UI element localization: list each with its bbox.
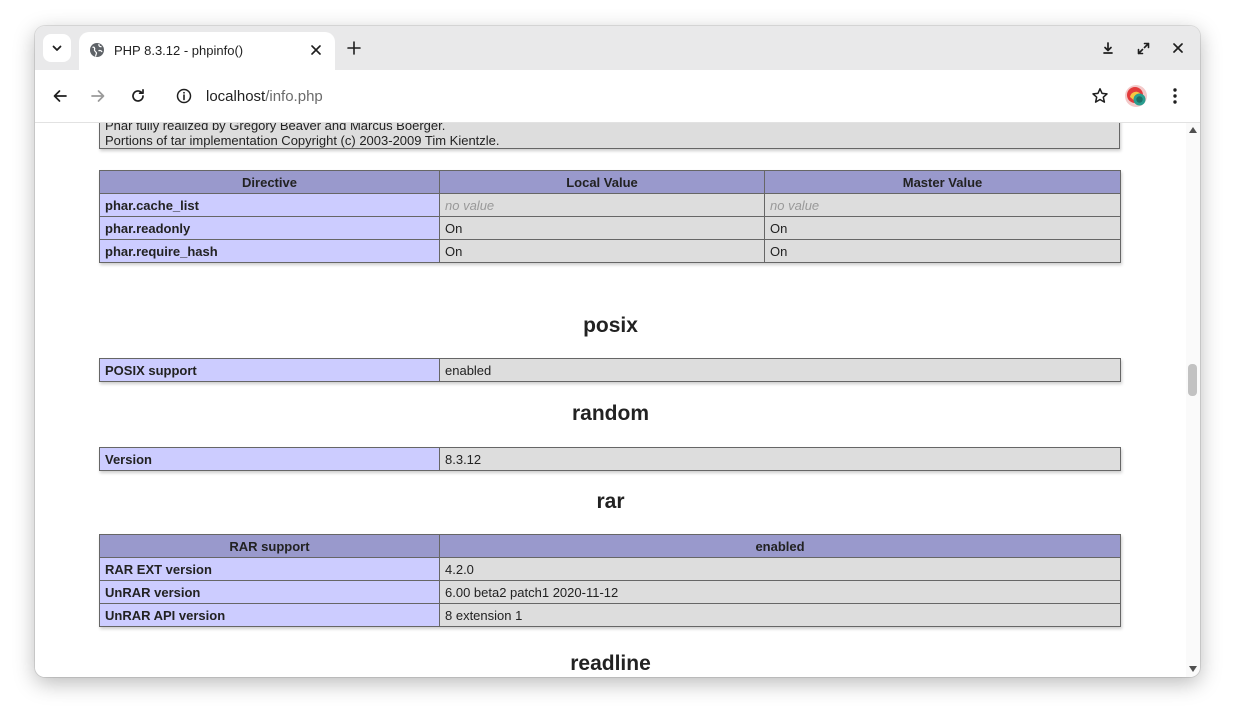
table-header-row: Directive Local Value Master Value: [99, 170, 1121, 194]
table-row: UnRAR version 6.00 beta2 patch1 2020-11-…: [99, 580, 1121, 604]
local-value: On: [439, 239, 765, 263]
directive-name: phar.cache_list: [99, 193, 440, 217]
arrow-right-icon: [91, 90, 105, 102]
column-header-directive: Directive: [99, 170, 440, 194]
phar-directives-table: Directive Local Value Master Value phar.…: [99, 170, 1121, 263]
section-heading-posix: posix: [583, 314, 638, 337]
table-row: POSIX support enabled: [99, 358, 1121, 382]
setting-value: 4.2.0: [439, 557, 1121, 581]
scroll-up-arrow-icon[interactable]: [1189, 127, 1197, 133]
section-heading-readline: readline: [570, 652, 651, 675]
table-header-row: RAR support enabled: [99, 534, 1121, 558]
avatar: [1125, 85, 1147, 107]
maximize-button[interactable]: [1133, 38, 1153, 58]
browser-window: PHP 8.3.12 - phpinfo() localhost/info.ph…: [35, 26, 1200, 677]
tab-active[interactable]: PHP 8.3.12 - phpinfo(): [79, 32, 335, 70]
credits-line-1: Phar fully realized by Gregory Beaver an…: [105, 123, 446, 133]
star-icon: [1092, 88, 1108, 103]
master-value: On: [764, 216, 1121, 240]
navigation-toolbar: localhost/info.php: [35, 70, 1200, 123]
setting-value: 6.00 beta2 patch1 2020-11-12: [439, 580, 1121, 604]
directive-name: phar.readonly: [99, 216, 440, 240]
menu-button[interactable]: [1162, 83, 1188, 109]
forward-button[interactable]: [85, 83, 111, 109]
scrollbar-thumb[interactable]: [1188, 364, 1197, 396]
tab-search-button[interactable]: [43, 34, 71, 62]
posix-table: POSIX support enabled: [99, 358, 1121, 382]
profile-button[interactable]: [1123, 83, 1149, 109]
reload-icon: [132, 88, 144, 102]
download-icon: [1103, 42, 1113, 54]
vertical-scrollbar[interactable]: [1186, 123, 1200, 677]
rar-table: RAR support enabled RAR EXT version 4.2.…: [99, 534, 1121, 627]
rar-support-status: enabled: [439, 534, 1121, 558]
page-content: Phar fully realized by Gregory Beaver an…: [35, 123, 1186, 677]
local-value: no value: [439, 193, 765, 217]
master-value: On: [764, 239, 1121, 263]
address-bar[interactable]: localhost/info.php: [167, 78, 1108, 114]
setting-value: 8.3.12: [439, 447, 1121, 471]
table-row: phar.readonly On On: [99, 216, 1121, 240]
close-icon: [1173, 43, 1183, 53]
table-row: phar.cache_list no value no value: [99, 193, 1121, 217]
table-row: phar.require_hash On On: [99, 239, 1121, 263]
tab-strip: PHP 8.3.12 - phpinfo(): [35, 26, 1200, 70]
setting-name: Version: [99, 447, 440, 471]
credits-line-2: Portions of tar implementation Copyright…: [105, 133, 500, 148]
rar-support-header: RAR support: [99, 534, 440, 558]
phar-credits-box: Phar fully realized by Gregory Beaver an…: [99, 123, 1120, 149]
tab-title: PHP 8.3.12 - phpinfo(): [114, 43, 244, 58]
url-text: localhost/info.php: [206, 88, 323, 105]
download-button[interactable]: [1098, 38, 1118, 58]
globe-icon: [90, 43, 104, 57]
no-value-text: no value: [445, 197, 495, 213]
scroll-down-arrow-icon[interactable]: [1189, 666, 1197, 672]
more-vert-icon: [1173, 88, 1177, 104]
column-header-local-value: Local Value: [439, 170, 765, 194]
local-value: On: [439, 216, 765, 240]
tab-close-button[interactable]: [307, 41, 325, 59]
url-path: /info.php: [265, 88, 323, 105]
window-close-button[interactable]: [1168, 38, 1188, 58]
master-value: no value: [764, 193, 1121, 217]
reload-button[interactable]: [125, 83, 151, 109]
table-row: RAR EXT version 4.2.0: [99, 557, 1121, 581]
section-heading-rar: rar: [596, 490, 625, 513]
chevron-down-icon: [52, 45, 62, 51]
setting-name: RAR EXT version: [99, 557, 440, 581]
setting-value: enabled: [439, 358, 1121, 382]
url-host: localhost: [206, 88, 266, 105]
info-icon: [176, 88, 192, 104]
site-info-button[interactable]: [175, 87, 193, 105]
table-row: UnRAR API version 8 extension 1: [99, 603, 1121, 627]
random-table: Version 8.3.12: [99, 447, 1121, 471]
setting-value: 8 extension 1: [439, 603, 1121, 627]
back-button[interactable]: [47, 83, 73, 109]
plus-icon: [347, 41, 361, 55]
arrow-left-icon: [53, 90, 67, 102]
setting-name: POSIX support: [99, 358, 440, 382]
expand-icon: [1137, 42, 1149, 54]
column-header-master-value: Master Value: [764, 170, 1121, 194]
bookmark-button[interactable]: [1089, 85, 1111, 107]
directive-name: phar.require_hash: [99, 239, 440, 263]
new-tab-button[interactable]: [343, 37, 365, 59]
setting-name: UnRAR API version: [99, 603, 440, 627]
no-value-text: no value: [770, 197, 820, 213]
table-row: Version 8.3.12: [99, 447, 1121, 471]
close-icon: [311, 45, 321, 55]
section-heading-random: random: [571, 402, 649, 425]
setting-name: UnRAR version: [99, 580, 440, 604]
